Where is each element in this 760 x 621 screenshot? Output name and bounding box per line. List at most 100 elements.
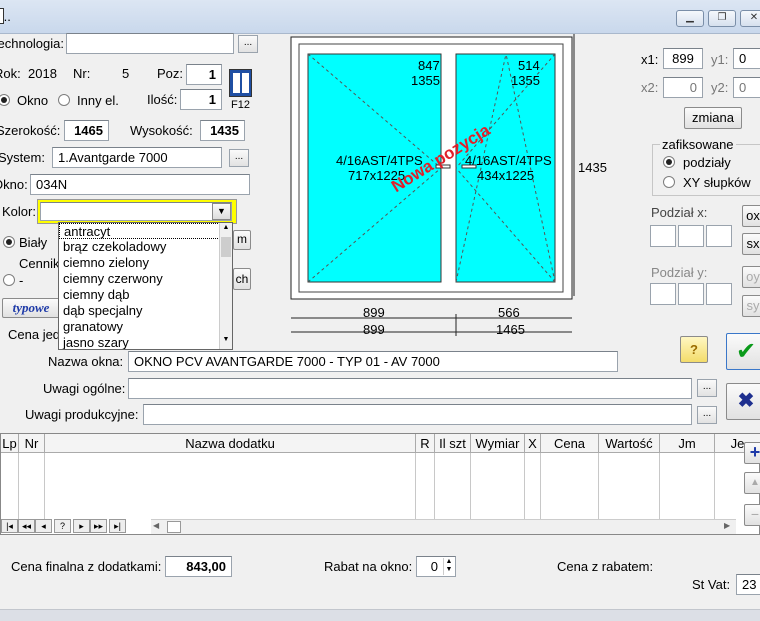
nav-prev-page-button[interactable]: ◂◂ <box>18 519 35 533</box>
x2-label: x2: <box>641 80 659 95</box>
ilosc-input[interactable]: 1 <box>180 89 222 110</box>
scroll-thumb[interactable] <box>221 237 231 257</box>
technologia-input[interactable] <box>66 33 234 54</box>
okno-radio[interactable] <box>0 94 10 106</box>
nav-prev-button[interactable]: ◂ <box>35 519 52 533</box>
dropdown-scrollbar[interactable]: ▲ ▼ <box>219 223 232 349</box>
window-preview-icon[interactable] <box>229 69 252 97</box>
column-header[interactable]: Il szt <box>435 434 471 453</box>
podzial-x-cell[interactable] <box>678 225 704 247</box>
kolor-option[interactable]: ciemno zielony <box>59 255 232 271</box>
st-vat-input[interactable]: 23 <box>736 574 760 595</box>
kolor-option[interactable]: ciemny dąb <box>59 287 232 303</box>
zmiana-button[interactable]: zmiana <box>684 107 742 129</box>
technologia-browse-button[interactable]: ... <box>238 35 258 53</box>
y1-input[interactable]: 0 <box>733 48 760 69</box>
horizontal-scrollbar[interactable]: ◀ ▶ <box>151 519 736 534</box>
nr-value: 5 <box>122 66 130 81</box>
scroll-up-icon[interactable]: ▲ <box>221 224 231 235</box>
nav-help-button[interactable]: ? <box>54 519 71 533</box>
podzial-x-cell[interactable] <box>650 225 676 247</box>
right-pane-dim-2: 1355 <box>511 73 540 88</box>
sy-button[interactable]: sy <box>742 295 760 317</box>
column-header[interactable]: Cena <box>541 434 599 453</box>
typowe-button[interactable]: typowe <box>2 298 60 318</box>
remove-row-button[interactable]: − <box>744 504 760 526</box>
close-window-button[interactable]: ✕ <box>740 10 760 27</box>
podzial-x-cell[interactable] <box>706 225 732 247</box>
sx-button[interactable]: sx <box>742 233 760 255</box>
system-browse-button[interactable]: ... <box>229 149 249 167</box>
y2-input[interactable]: 0 <box>733 77 760 98</box>
podzialy-radio[interactable] <box>663 156 675 168</box>
column-header[interactable]: Lp <box>1 434 19 453</box>
minus-radio[interactable] <box>3 274 15 286</box>
x2-input[interactable]: 0 <box>663 77 703 98</box>
add-row-button[interactable]: + <box>744 442 760 464</box>
kolor-option[interactable]: granatowy <box>59 319 232 335</box>
okno-field-label: Okno: <box>0 177 28 192</box>
right-pane-dim-1: 514 <box>518 58 540 73</box>
bialy-radio[interactable] <box>3 236 15 248</box>
column-header[interactable]: Wartość <box>599 434 660 453</box>
restore-button[interactable]: ❐ <box>708 10 736 27</box>
okno-radio-label: Okno <box>17 93 49 108</box>
nav-last-button[interactable]: ▸| <box>109 519 126 533</box>
xy-radio[interactable] <box>663 176 675 188</box>
kolor-option[interactable]: dąb specjalny <box>59 303 232 319</box>
cena-finalna-value[interactable]: 843,00 <box>165 556 232 577</box>
oy-button[interactable]: oy <box>742 266 760 288</box>
inny-radio[interactable] <box>58 94 70 106</box>
scroll-left-icon[interactable]: ◀ <box>153 521 159 530</box>
cena-finalna-label: Cena finalna z dodatkami: <box>11 559 162 574</box>
column-header[interactable]: R <box>416 434 435 453</box>
dim-left-2: 899 <box>363 322 385 337</box>
cancel-button[interactable]: ✖ <box>726 383 760 420</box>
szerokosc-input[interactable]: 1465 <box>64 120 109 141</box>
column-header[interactable]: X <box>525 434 541 453</box>
y2-label: y2: <box>711 80 729 95</box>
uwagi-ogolne-browse-button[interactable]: ... <box>697 379 717 397</box>
help-icon[interactable]: ? <box>680 336 708 363</box>
horizontal-scroll-thumb[interactable] <box>167 521 181 533</box>
y1-label: y1: <box>711 52 729 67</box>
wysokosc-input[interactable]: 1435 <box>200 120 245 141</box>
szerokosc-label: Szerokość: <box>0 123 61 138</box>
column-header[interactable]: Nazwa dodatku <box>45 434 416 453</box>
column-header[interactable]: Nr <box>19 434 45 453</box>
uwagi-ogolne-input[interactable] <box>128 378 692 399</box>
nazwa-okna-input[interactable]: OKNO PCV AVANTGARDE 7000 - TYP 01 - AV 7… <box>128 351 618 372</box>
hidden-button-2[interactable]: ch <box>233 268 251 290</box>
minimize-button[interactable]: ▁ <box>676 10 704 27</box>
okno-field-input[interactable]: 034N <box>30 174 250 195</box>
nav-next-button[interactable]: ▸ <box>73 519 90 533</box>
kolor-dropdown-list[interactable]: antracyt brąz czekoladowy ciemno zielony… <box>58 222 233 350</box>
kolor-combo[interactable] <box>40 202 232 221</box>
nav-next-page-button[interactable]: ▸▸ <box>90 519 107 533</box>
x1-label: x1: <box>641 52 659 67</box>
chevron-down-icon[interactable]: ▼ <box>212 203 231 220</box>
hidden-button-1[interactable]: m <box>233 230 251 250</box>
move-up-button[interactable]: ▲ <box>744 472 760 494</box>
kolor-option[interactable]: brąz czekoladowy <box>59 239 232 255</box>
confirm-button[interactable]: ✔ <box>726 333 760 370</box>
ox-button[interactable]: ox <box>742 205 760 227</box>
nav-first-button[interactable]: |◂ <box>1 519 18 533</box>
system-input[interactable]: 1.Avantgarde 7000 <box>52 147 222 168</box>
scroll-down-icon[interactable]: ▼ <box>221 336 231 347</box>
kolor-option[interactable]: ciemny czerwony <box>59 271 232 287</box>
column-header[interactable]: Wymiar <box>471 434 525 453</box>
rok-value: 2018 <box>28 66 57 81</box>
poz-input[interactable]: 1 <box>186 64 222 85</box>
podzial-y-cell[interactable] <box>650 283 676 305</box>
podzial-y-cell[interactable] <box>678 283 704 305</box>
scroll-right-icon[interactable]: ▶ <box>724 521 730 530</box>
uwagi-produkcyjne-browse-button[interactable]: ... <box>697 406 717 424</box>
kolor-option[interactable]: jasno szary <box>59 335 232 349</box>
x1-input[interactable]: 899 <box>663 48 703 69</box>
uwagi-produkcyjne-input[interactable] <box>143 404 692 425</box>
podzial-y-cell[interactable] <box>706 283 732 305</box>
kolor-option[interactable]: antracyt <box>59 223 232 239</box>
rabat-spinner-icon[interactable]: ▲ ▼ <box>443 558 454 575</box>
column-header[interactable]: Jm <box>660 434 715 453</box>
